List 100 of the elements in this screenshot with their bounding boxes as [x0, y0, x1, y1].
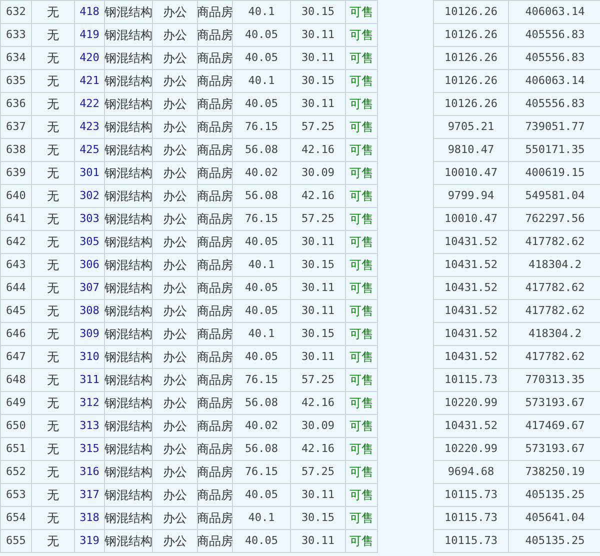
table-cell-text: 办公	[163, 165, 187, 182]
table-cell-text: 无	[47, 372, 59, 389]
table-cell-text: 406063.14	[525, 4, 585, 20]
table-cell-text: 商品房	[197, 96, 233, 113]
table-cell-text: 400619.15	[525, 164, 585, 181]
row-number: 650	[6, 418, 26, 434]
table-cell-text: 办公	[163, 372, 187, 389]
table-cell-text: 钢混结构	[104, 73, 152, 90]
row-number: 648	[6, 372, 26, 388]
table-cell-text: 商品房	[197, 441, 233, 458]
table-cell-text: 10431.52	[444, 234, 498, 250]
table-cell-text: 76.15	[244, 372, 278, 388]
table-cell-text: 405135.25	[525, 486, 585, 503]
table-cell-text: 无	[47, 533, 59, 550]
table-cell-text: 40.05	[244, 302, 278, 319]
table-cell-text: 无	[47, 257, 59, 274]
status-text: 可售	[350, 280, 374, 297]
status-text: 可售	[350, 27, 374, 44]
table-cell-text: 钢混结构	[104, 487, 152, 504]
table-cell-text: 573193.67	[525, 394, 585, 411]
table-cell-text: 30.09	[301, 418, 335, 434]
table-cell-text: 无	[47, 303, 59, 320]
status-text: 可售	[350, 119, 374, 136]
table-cell-text: 9694.68	[448, 464, 494, 480]
status-text: 可售	[350, 372, 374, 389]
row-number: 651	[6, 440, 26, 457]
table-cell-text: 739051.77	[525, 118, 585, 135]
row-number: 633	[6, 26, 26, 43]
table-cell-text: 30.11	[301, 234, 335, 250]
table-cell-text: 办公	[163, 349, 187, 366]
status-text: 可售	[350, 188, 374, 205]
table-cell-text: 57.25	[301, 210, 335, 227]
table-cell-text: 钢混结构	[104, 510, 152, 527]
table-cell-text: 10115.73	[444, 510, 498, 526]
table-cell-text: 30.15	[301, 72, 335, 89]
table-cell-text: 42.16	[301, 394, 335, 411]
table-cell-text: 10220.99	[444, 394, 498, 411]
table-cell-text: 钢混结构	[104, 27, 152, 44]
status-text: 可售	[350, 533, 374, 550]
table-cell-text: 40.05	[244, 348, 278, 365]
table-cell-text: 办公	[163, 441, 187, 458]
table-cell-text: 办公	[163, 234, 187, 251]
table-cell-text: 无	[47, 27, 59, 44]
table-cell-text: 钢混结构	[104, 280, 152, 297]
row-number: 639	[6, 164, 26, 181]
table-cell-text: 40.1	[248, 4, 275, 20]
table-cell-text: 无	[47, 188, 59, 205]
table-cell-text: 10126.26	[444, 26, 498, 43]
table-cell-text: 商品房	[197, 464, 233, 481]
table-cell-text: 钢混结构	[104, 211, 152, 228]
table-cell-text: 商品房	[197, 188, 233, 205]
status-text: 可售	[350, 395, 374, 412]
row-number: 649	[6, 394, 26, 411]
table-cell-text: 30.15	[301, 4, 335, 20]
table-cell-text: 40.05	[244, 234, 278, 250]
table-cell-text: 40.05	[244, 532, 278, 549]
table-cell-text: 商品房	[197, 211, 233, 228]
table-cell-text: 商品房	[197, 4, 233, 21]
table-cell-text: 办公	[163, 303, 187, 320]
table-cell-text: 57.25	[301, 464, 335, 480]
row-number: 636	[6, 96, 26, 112]
table-cell-text: 417782.62	[525, 280, 585, 296]
status-text: 可售	[350, 418, 374, 435]
row-number: 640	[6, 188, 26, 204]
table-cell-text: 办公	[163, 211, 187, 228]
table-cell-text: 办公	[163, 418, 187, 435]
table-cell-text: 10115.73	[444, 372, 498, 388]
table-cell-text: 钢混结构	[104, 533, 152, 550]
table-cell-text: 办公	[163, 464, 187, 481]
table-cell-text: 商品房	[197, 533, 233, 550]
table-cell-text: 40.1	[248, 326, 275, 342]
table-cell-text: 无	[47, 73, 59, 90]
table-cell-text: 无	[47, 487, 59, 504]
table-cell-text: 56.08	[244, 188, 278, 204]
table-cell-text: 40.1	[248, 510, 275, 526]
table-cell-text: 10220.99	[444, 440, 498, 457]
table-cell-text: 56.08	[244, 394, 278, 411]
status-text: 可售	[350, 257, 374, 274]
status-text: 可售	[350, 326, 374, 343]
table-cell-text: 9810.47	[448, 142, 494, 158]
table-cell-text: 办公	[163, 96, 187, 113]
status-text: 可售	[350, 165, 374, 182]
status-text: 可售	[350, 211, 374, 228]
table-cell-text: 办公	[163, 188, 187, 205]
table-cell-text: 钢混结构	[104, 441, 152, 458]
table-cell-text: 办公	[163, 4, 187, 21]
table-cell-text: 钢混结构	[104, 188, 152, 205]
row-number: 647	[6, 348, 26, 365]
table-cell-text: 办公	[163, 142, 187, 159]
table-cell-text: 钢混结构	[104, 326, 152, 343]
table-cell-text: 无	[47, 165, 59, 182]
table-cell-text: 钢混结构	[104, 464, 152, 481]
table-cell-text: 钢混结构	[104, 119, 152, 136]
table-cell-text: 商品房	[197, 280, 233, 297]
table-cell-text: 办公	[163, 510, 187, 527]
table-cell-text: 770313.35	[525, 372, 585, 388]
status-text: 可售	[350, 303, 374, 320]
table-cell-text: 商品房	[197, 510, 233, 527]
table-cell-text: 钢混结构	[104, 165, 152, 182]
table-cell-text: 钢混结构	[104, 4, 152, 21]
